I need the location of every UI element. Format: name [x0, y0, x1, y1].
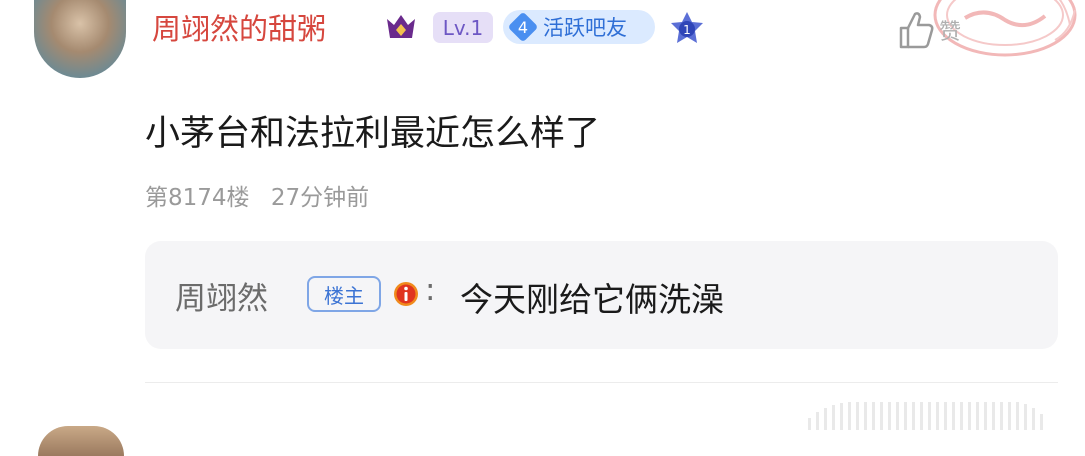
- level-icon-number: 1: [683, 23, 691, 37]
- post-meta: 第8174楼 27分钟前: [145, 178, 369, 212]
- avatar[interactable]: [34, 0, 126, 78]
- active-level-number: 4: [517, 17, 529, 37]
- active-badge-label: 活跃吧友: [543, 16, 627, 40]
- crown-icon: [387, 15, 415, 38]
- level-star-icon: 1: [671, 12, 703, 43]
- level-badge: Lv.1: [433, 12, 493, 43]
- owner-tag: 楼主: [307, 276, 381, 312]
- active-level-icon: 4: [509, 13, 537, 41]
- info-icon: [394, 282, 418, 306]
- like-label: 赞: [939, 20, 962, 45]
- reply-colon: :: [425, 272, 436, 308]
- active-member-badge: 4 活跃吧友: [503, 10, 655, 44]
- post-time: 27分钟前: [270, 185, 370, 211]
- like-button[interactable]: 赞: [897, 9, 987, 51]
- reply-text: 今天刚给它俩洗澡: [460, 280, 724, 319]
- reply-author[interactable]: 周翊然: [175, 273, 268, 318]
- watermark-bars: [808, 400, 1043, 430]
- thumbs-up-icon: [899, 12, 934, 49]
- post-text: 小茅台和法拉利最近怎么样了: [145, 114, 601, 154]
- divider: [145, 382, 1058, 383]
- next-avatar[interactable]: [38, 426, 124, 456]
- floor-number: 第8174楼: [145, 185, 250, 211]
- username[interactable]: 周翊然的甜粥: [152, 6, 326, 48]
